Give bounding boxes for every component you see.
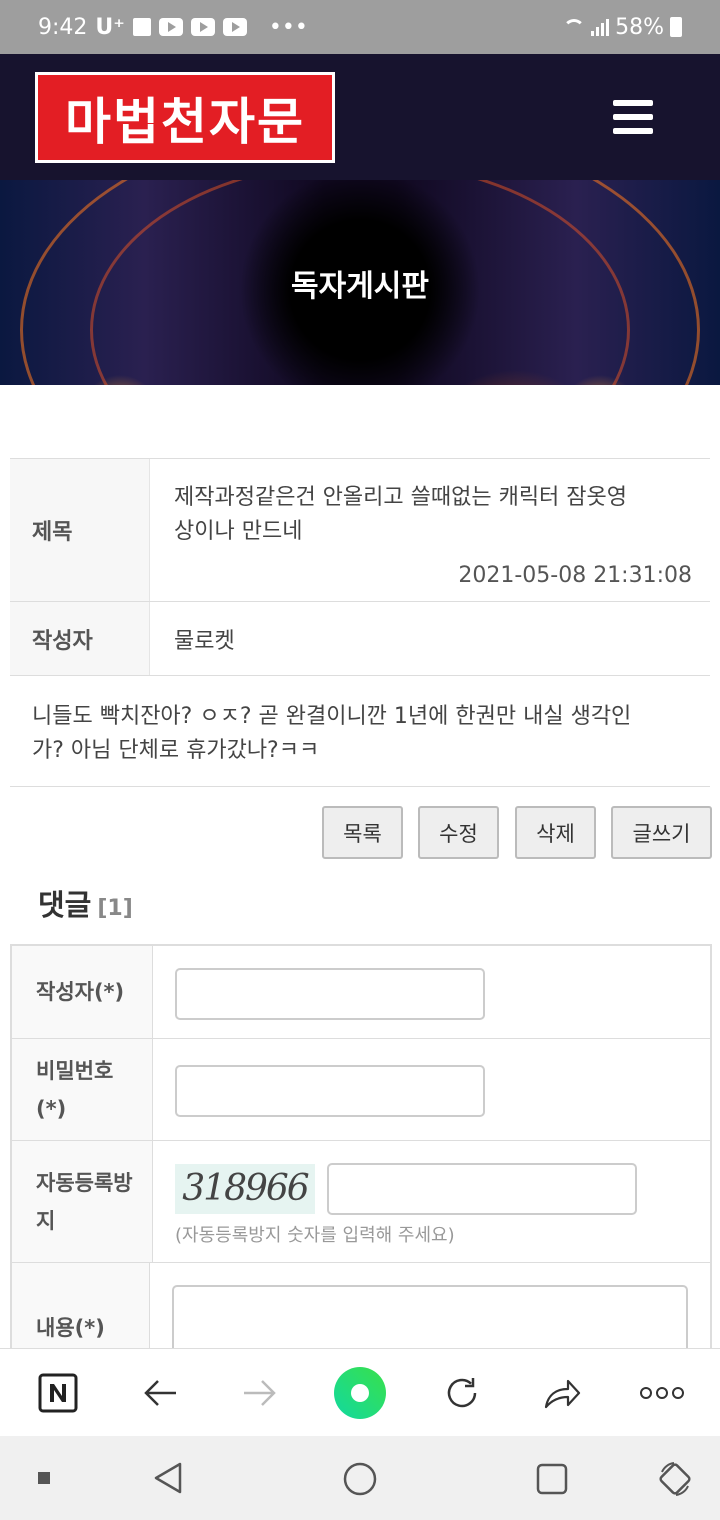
captcha-label: 자동등록방 지 bbox=[12, 1141, 153, 1262]
delete-button[interactable]: 삭제 bbox=[515, 806, 596, 859]
captcha-row: 자동등록방 지 318966 (자동등록방지 숫자를 입력해 주세요) bbox=[12, 1141, 710, 1263]
comment-author-label: 작성자(*) bbox=[12, 946, 153, 1038]
site-header: 마법천자문 bbox=[0, 54, 720, 180]
square-dot-icon bbox=[38, 1472, 50, 1484]
note-icon bbox=[132, 18, 151, 36]
post-content-line2: 가? 아님 단체로 휴가갔나?ㅋㅋ bbox=[32, 738, 320, 763]
action-buttons: 목록 수정 삭제 글쓰기 bbox=[0, 806, 720, 860]
captcha-label-line1: 자동등록방 bbox=[36, 1170, 133, 1195]
youtube-icon bbox=[158, 18, 183, 36]
captcha-input[interactable] bbox=[327, 1163, 637, 1215]
refresh-icon[interactable] bbox=[440, 1373, 484, 1413]
more-dots-icon: ••• bbox=[268, 14, 308, 40]
password-label-line1: 비밀번호 bbox=[36, 1058, 114, 1083]
post-date: 2021-05-08 21:31:08 bbox=[458, 563, 692, 588]
youtube-icon bbox=[222, 18, 247, 36]
recents-square-icon[interactable] bbox=[535, 1462, 569, 1500]
title-label: 제목 bbox=[10, 459, 150, 601]
comment-password-row: 비밀번호 (*) bbox=[12, 1039, 710, 1141]
wifi-icon bbox=[563, 19, 586, 35]
edit-button[interactable]: 수정 bbox=[418, 806, 499, 859]
hamburger-menu-icon[interactable] bbox=[613, 100, 653, 134]
comment-form: 작성자(*) 비밀번호 (*) 자동등록방 지 318966 (자동등록방지 숫… bbox=[10, 944, 712, 1365]
title-cell: 제작과정같은건 안올리고 쓸때없는 캐릭터 잠옷영 상이나 만드네 2021-0… bbox=[150, 459, 710, 601]
comment-count: [1] bbox=[97, 896, 133, 921]
signal-icon bbox=[591, 18, 610, 36]
site-logo[interactable]: 마법천자문 bbox=[35, 72, 335, 163]
back-triangle-icon[interactable] bbox=[150, 1460, 186, 1500]
comment-content-label: 내용(*) bbox=[12, 1263, 150, 1353]
post-content: 니들도 빡치잔아? ㅇㅈ? 곧 완결이니깐 1년에 한권만 내실 생각인 가? … bbox=[10, 676, 710, 787]
title-row: 제목 제작과정같은건 안올리고 쓸때없는 캐릭터 잠옷영 상이나 만드네 202… bbox=[10, 459, 710, 602]
comment-password-input[interactable] bbox=[175, 1065, 485, 1117]
back-arrow-icon[interactable] bbox=[138, 1373, 182, 1413]
comment-password-label: 비밀번호 (*) bbox=[12, 1039, 153, 1140]
post-title-line2: 상이나 만드네 bbox=[174, 519, 303, 544]
comment-heading: 댓글 [1] bbox=[38, 882, 133, 924]
captcha-image: 318966 bbox=[175, 1164, 315, 1214]
post-table: 제목 제작과정같은건 안올리고 쓸때없는 캐릭터 잠옷영 상이나 만드네 202… bbox=[10, 458, 710, 787]
comment-author-row: 작성자(*) bbox=[12, 946, 710, 1039]
browser-toolbar bbox=[0, 1348, 720, 1436]
comment-heading-label: 댓글 bbox=[38, 888, 92, 922]
password-label-line2: (*) bbox=[36, 1096, 67, 1121]
status-carrier: U⁺ bbox=[95, 14, 125, 40]
comment-author-input[interactable] bbox=[175, 968, 485, 1020]
share-icon[interactable] bbox=[540, 1373, 584, 1413]
status-time: 9:42 bbox=[38, 14, 88, 40]
banner: 독자게시판 bbox=[0, 180, 720, 385]
status-bar: 9:42 U⁺ ••• 58% bbox=[0, 0, 720, 54]
battery-icon bbox=[670, 17, 682, 37]
system-nav-bar bbox=[0, 1436, 720, 1520]
list-button[interactable]: 목록 bbox=[322, 806, 403, 859]
write-button[interactable]: 글쓰기 bbox=[611, 806, 712, 859]
captcha-hint: (자동등록방지 숫자를 입력해 주세요) bbox=[175, 1225, 455, 1246]
author-row: 작성자 물로켓 bbox=[10, 602, 710, 676]
captcha-label-line2: 지 bbox=[36, 1208, 56, 1233]
battery-percent: 58% bbox=[615, 14, 664, 40]
home-circle-icon[interactable] bbox=[342, 1461, 378, 1501]
author-label: 작성자 bbox=[10, 602, 150, 675]
more-icon[interactable] bbox=[638, 1373, 686, 1413]
naver-icon[interactable] bbox=[36, 1373, 80, 1413]
post-title-line1: 제작과정같은건 안올리고 쓸때없는 캐릭터 잠옷영 bbox=[174, 485, 628, 510]
post-content-line1: 니들도 빡치잔아? ㅇㅈ? 곧 완결이니깐 1년에 한권만 내실 생각인 bbox=[32, 704, 632, 729]
forward-arrow-icon[interactable] bbox=[238, 1373, 282, 1413]
green-dot-icon[interactable] bbox=[334, 1367, 386, 1419]
post-author: 물로켓 bbox=[174, 628, 235, 654]
youtube-icon bbox=[190, 18, 215, 36]
board-title: 독자게시판 bbox=[291, 268, 429, 304]
rotate-icon[interactable] bbox=[656, 1460, 694, 1502]
comment-content-row: 내용(*) bbox=[12, 1263, 710, 1365]
